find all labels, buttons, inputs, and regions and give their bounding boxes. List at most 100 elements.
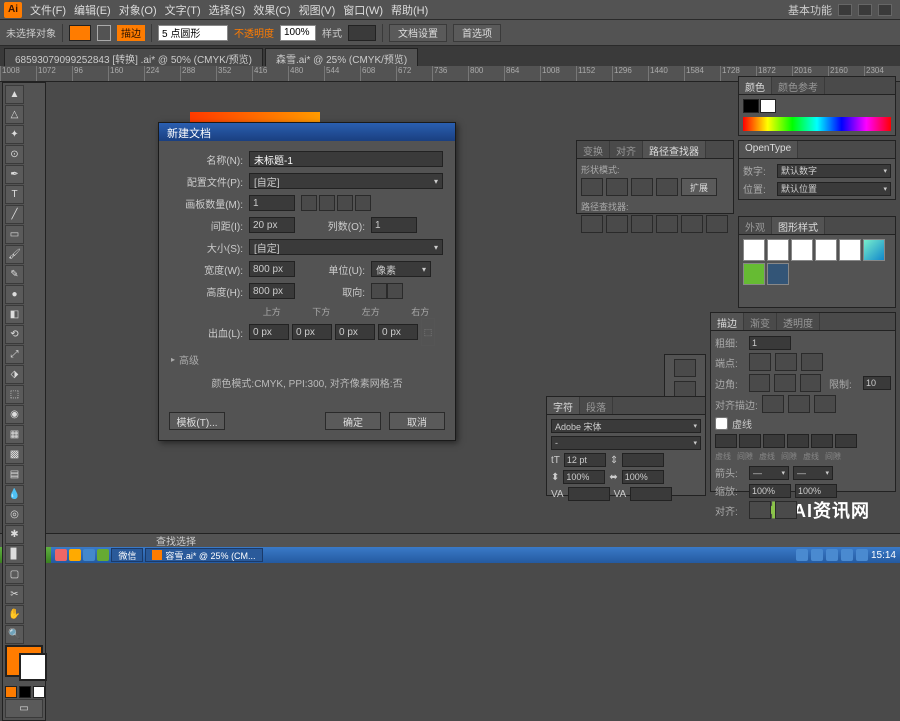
minus-front-icon[interactable]	[606, 178, 628, 196]
name-input[interactable]	[249, 151, 443, 167]
dash-input[interactable]	[715, 434, 737, 448]
tray-icon[interactable]	[856, 549, 868, 561]
align-arrow-icon[interactable]	[749, 501, 771, 519]
fill-stroke-control[interactable]	[5, 645, 43, 677]
figures-select[interactable]: 默认数字	[777, 164, 891, 178]
taskbar-item[interactable]: 容雪.ai* @ 25% (CM...	[145, 548, 262, 562]
bleed-top-input[interactable]	[249, 324, 289, 340]
rect-tool[interactable]: ▭	[5, 225, 24, 244]
units-select[interactable]: 像素	[371, 261, 431, 277]
menu-select[interactable]: 选择(S)	[209, 2, 246, 18]
stroke-swatch[interactable]	[760, 99, 776, 113]
tab-appearance[interactable]: 外观	[739, 217, 772, 234]
minus-back-icon[interactable]	[706, 215, 728, 233]
style-thumb[interactable]	[863, 239, 885, 261]
tab-character[interactable]: 字符	[547, 397, 580, 414]
style-thumb[interactable]	[743, 263, 765, 285]
tab-transparency[interactable]: 透明度	[777, 313, 820, 330]
bleed-left-input[interactable]	[335, 324, 375, 340]
trim-icon[interactable]	[606, 215, 628, 233]
tray-icon[interactable]	[796, 549, 808, 561]
menu-edit[interactable]: 编辑(E)	[74, 2, 111, 18]
workspace-label[interactable]: 基本功能	[788, 2, 832, 18]
document-tab[interactable]: 68593079099252843 [转换] .ai* @ 50% (CMYK/…	[4, 48, 263, 66]
landscape-icon[interactable]	[387, 283, 403, 299]
slice-tool[interactable]: ✂	[5, 585, 24, 604]
tab-transform[interactable]: 变换	[577, 141, 610, 158]
dashed-checkbox[interactable]	[715, 417, 728, 430]
spacing-input[interactable]	[249, 217, 295, 233]
hand-tool[interactable]: ✋	[5, 605, 24, 624]
crop-icon[interactable]	[656, 215, 678, 233]
style-thumb[interactable]	[815, 239, 837, 261]
leading-input[interactable]	[622, 453, 664, 467]
doc-setup-button[interactable]: 文档设置	[389, 24, 447, 42]
font-family-select[interactable]: Adobe 宋体	[551, 419, 701, 433]
fill-swatch[interactable]	[69, 25, 91, 41]
join-round-icon[interactable]	[774, 374, 795, 392]
zoom-tool[interactable]: 🔍	[5, 625, 24, 644]
ok-button[interactable]: 确定	[325, 412, 381, 430]
tray-icon[interactable]	[826, 549, 838, 561]
tab-align[interactable]: 对齐	[610, 141, 643, 158]
advanced-toggle[interactable]: 高级	[171, 352, 443, 367]
tab-gradient[interactable]: 渐变	[744, 313, 777, 330]
gradient-tool[interactable]: ▤	[5, 465, 24, 484]
scale-start-input[interactable]	[749, 484, 791, 498]
direct-select-tool[interactable]: △	[5, 105, 24, 124]
tab-pathfinder[interactable]: 路径查找器	[643, 141, 706, 158]
exclude-icon[interactable]	[656, 178, 678, 196]
tray-icon[interactable]	[811, 549, 823, 561]
style-select[interactable]	[348, 25, 376, 41]
font-size-input[interactable]	[564, 453, 606, 467]
blend-tool[interactable]: ◎	[5, 505, 24, 524]
color-swatch[interactable]	[5, 686, 17, 698]
magic-wand-tool[interactable]: ✦	[5, 125, 24, 144]
none-swatch[interactable]	[33, 686, 45, 698]
arrow-start-select[interactable]: —	[749, 466, 789, 480]
symbol-tool[interactable]: ✱	[5, 525, 24, 544]
join-bevel-icon[interactable]	[800, 374, 821, 392]
artboard-tool[interactable]: ▢	[5, 565, 24, 584]
style-thumb[interactable]	[791, 239, 813, 261]
tab-graphic-styles[interactable]: 图形样式	[772, 217, 825, 234]
divide-icon[interactable]	[581, 215, 603, 233]
perspective-tool[interactable]: ▦	[5, 425, 24, 444]
document-tab[interactable]: 森雪.ai* @ 25% (CMYK/预览)	[265, 48, 418, 66]
scale-tool[interactable]: ⤢	[5, 345, 24, 364]
opacity-input[interactable]	[280, 25, 316, 41]
style-thumb[interactable]	[743, 239, 765, 261]
menu-view[interactable]: 视图(V)	[299, 2, 336, 18]
dash-input[interactable]	[763, 434, 785, 448]
style-thumb[interactable]	[767, 239, 789, 261]
type-tool[interactable]: T	[5, 185, 24, 204]
col-layout-icon[interactable]	[337, 195, 353, 211]
gap-input[interactable]	[739, 434, 761, 448]
clock[interactable]: 15:14	[871, 550, 896, 561]
bleed-right-input[interactable]	[378, 324, 418, 340]
menu-file[interactable]: 文件(F)	[30, 2, 66, 18]
tray-icon[interactable]	[841, 549, 853, 561]
stroke-weight-input[interactable]	[158, 25, 228, 41]
font-style-select[interactable]: -	[551, 436, 701, 450]
tab-color-guide[interactable]: 颜色参考	[772, 77, 825, 94]
stroke-label[interactable]: 描边	[117, 25, 145, 41]
selection-tool[interactable]: ▲	[5, 85, 24, 104]
height-input[interactable]	[249, 283, 295, 299]
quick-launch-icon[interactable]	[97, 549, 109, 561]
templates-button[interactable]: 模板(T)...	[169, 412, 225, 430]
quick-launch-icon[interactable]	[69, 549, 81, 561]
arrow-end-select[interactable]: —	[793, 466, 833, 480]
tab-opentype[interactable]: OpenType	[739, 141, 798, 158]
cap-butt-icon[interactable]	[749, 353, 771, 371]
bleed-bottom-input[interactable]	[292, 324, 332, 340]
prefs-button[interactable]: 首选项	[453, 24, 501, 42]
taskbar-item[interactable]: 微信	[111, 548, 143, 562]
intersect-icon[interactable]	[631, 178, 653, 196]
menu-window[interactable]: 窗口(W)	[343, 2, 383, 18]
pencil-tool[interactable]: ✎	[5, 265, 24, 284]
free-transform-tool[interactable]: ⬚	[5, 385, 24, 404]
width-input[interactable]	[249, 261, 295, 277]
gap-input[interactable]	[835, 434, 857, 448]
gap-input[interactable]	[787, 434, 809, 448]
